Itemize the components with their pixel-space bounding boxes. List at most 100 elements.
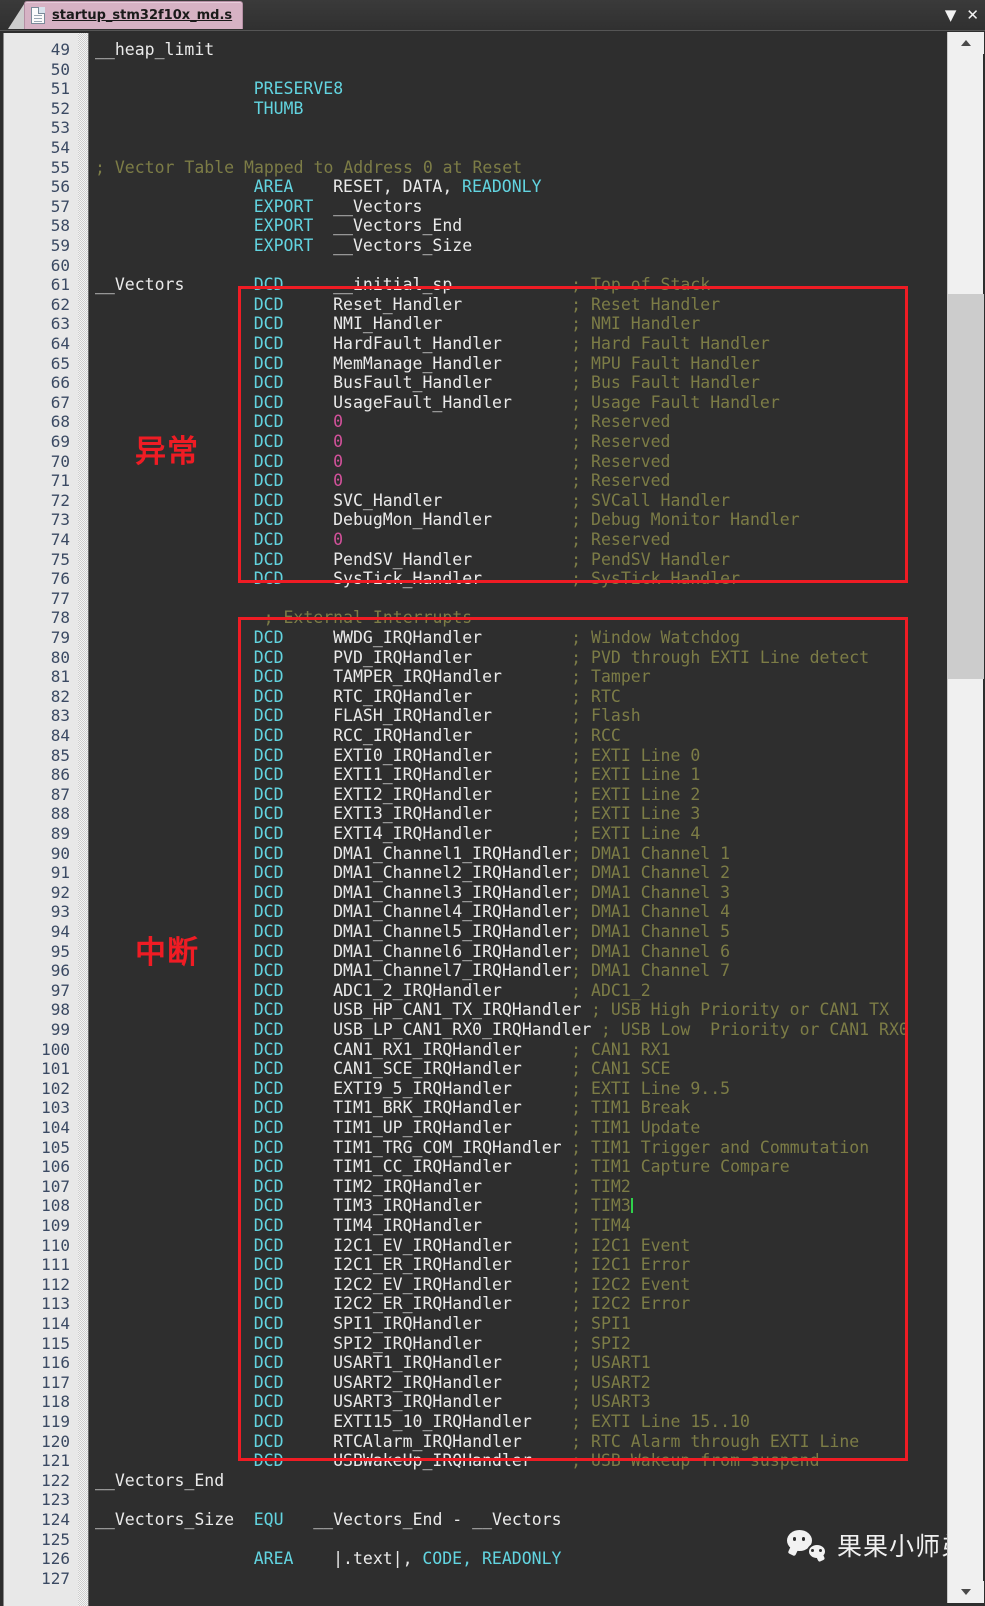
code-token-cmt: ; ADC1_2 [571,980,651,1000]
code-token-cmt: ; USART1 [571,1353,651,1373]
code-token-kw: DCD [253,824,284,843]
code-token-cmt: ; Reserved [571,530,671,549]
scroll-up-arrow-icon[interactable] [948,32,984,54]
code-token-kw: DCD [253,765,284,785]
code-token-kw: EXPORT [253,216,314,236]
code-token-plain: __Vectors_End [333,216,463,236]
code-token-kw: DCD [253,863,284,883]
code-token-cmt: ; Debug Monitor Handler [571,510,800,530]
code-token-kw: DCD [253,432,284,451]
line-number: 78 [50,608,70,628]
scroll-down-arrow-icon[interactable] [948,1581,984,1603]
code-token-kw: DCD [253,1216,284,1235]
line-number: 127 [41,1568,70,1588]
code-token-cmt: ; USB Wakeup from suspend [571,1451,820,1471]
line-number: 54 [50,138,70,157]
code-token-kw: DCD [253,843,284,863]
line-number: 110 [41,1235,70,1255]
code-token-plain: CAN1_SCE_IRQHandler [333,1059,522,1079]
code-token-plain: TIM1_TRG_COM_IRQHandler [333,1137,562,1157]
code-token-plain: PendSV_Handler [333,549,473,569]
code-token-plain: FLASH_IRQHandler [333,706,493,726]
code-token-plain: RTC_IRQHandler [333,686,473,706]
code-token-kw: EXPORT [253,196,314,216]
line-number: 96 [50,961,70,981]
code-token-kw: DCD [253,784,284,804]
code-token-plain: SVC_Handler [333,490,443,510]
code-token-plain: RESET, DATA, [333,177,463,197]
line-number: 62 [50,294,70,314]
code-token-kw: DCD [253,1255,284,1275]
code-token-kw: AREA [253,177,294,197]
code-token-kw: DCD [253,1196,284,1216]
code-token-kw: DCD [253,373,284,393]
code-token-cmt: ; DMA1 Channel 1 [571,843,731,863]
code-token-plain: DMA1_Channel5_IRQHandler [333,922,572,941]
code-token-plain: EXTI3_IRQHandler [333,804,493,824]
line-number: 51 [50,79,70,99]
code-token-cmt: ; DMA1 Channel 7 [571,961,731,981]
code-content-area[interactable]: __heap_limit PRESERVE8 THUMB ; Vector Table… [89,33,945,1606]
code-token-plain: TIM1_UP_IRQHandler [333,1118,512,1137]
line-number: 87 [50,784,70,804]
code-token-kw: DCD [253,1137,284,1157]
code-token-plain: __Vectors_End [95,1470,225,1490]
scrollbar-thumb[interactable] [948,294,984,679]
code-token-plain: __heap_limit [95,40,215,59]
code-token-kw: DCD [253,353,284,373]
code-editor[interactable]: 49 50 51 52 53 54 55 56 57 58 59 60 61 62 63 64 65 66 67 68… [0,30,985,1606]
code-token-cmt: ; I2C2 Error [571,1294,691,1314]
line-number: 52 [50,98,70,118]
editor-tab-startup-file[interactable]: startup_stm32f10x_md.s [24,1,244,29]
line-number: 81 [50,667,70,687]
code-token-cmt: ; Window Watchdog [571,628,741,647]
line-number: 125 [41,1529,70,1549]
code-token-cmt: ; DMA1 Channel 3 [571,882,731,902]
line-number: 112 [41,1274,70,1294]
code-token-kw: DCD [253,392,284,412]
code-token-kw: DCD [253,1274,284,1294]
code-token-cmt: ; Reserved [571,451,671,471]
code-token-plain: EXTI2_IRQHandler [333,784,493,804]
line-number: 93 [50,902,70,922]
vertical-scrollbar[interactable] [947,32,984,1603]
code-token-plain: UsageFault_Handler [333,392,512,412]
code-token-plain: USB_HP_CAN1_TX_IRQHandler [333,1000,582,1020]
code-token-kw: DCD [253,1078,284,1098]
code-token-num: 0 [333,530,344,549]
line-number: 76 [50,569,70,589]
line-number: 113 [41,1294,70,1314]
code-token-kw: DCD [253,628,284,647]
code-token-num: 0 [333,412,344,432]
code-token-kw: DCD [253,1412,284,1431]
line-number: 123 [41,1490,70,1510]
code-token-kw: DCD [253,1039,284,1059]
code-token-kw: DCD [253,412,284,432]
line-number: 116 [41,1353,70,1373]
line-number: 71 [50,471,70,491]
code-token-cmt: ; PendSV Handler [571,549,731,569]
code-token-plain: DMA1_Channel6_IRQHandler [333,941,572,961]
code-token-kw: AREA [253,1549,294,1569]
line-number: 63 [50,314,70,334]
code-token-kw: DCD [253,1000,284,1020]
line-number: 104 [41,1118,70,1137]
code-token-plain: USART2_IRQHandler [333,1372,502,1392]
code-token-cmt: ; DMA1 Channel 5 [571,922,731,941]
code-token-kw: CODE, READONLY [422,1549,562,1569]
code-token-cmt: ; TIM1 Trigger and Commutation [571,1137,870,1157]
chevron-down-icon[interactable]: ▼ [945,7,957,23]
tab-controls: ▼ ✕ [945,0,979,30]
line-number: 85 [50,745,70,765]
code-token-cmt: ; Top of Stack [571,275,711,295]
code-token-cmt: ; DMA1 Channel 4 [571,902,731,922]
code-token-plain: USB_LP_CAN1_RX0_IRQHandler [333,1020,592,1039]
code-token-plain: EXTI4_IRQHandler [333,824,493,843]
code-token-cmt: ; I2C2 Event [571,1274,691,1294]
line-number: 84 [50,726,70,745]
code-token-plain: EXTI9_5_IRQHandler [333,1078,512,1098]
code-token-cmt: ; RTC [571,686,621,706]
line-number: 114 [41,1314,70,1333]
line-number: 69 [50,432,70,451]
close-icon[interactable]: ✕ [966,7,979,23]
